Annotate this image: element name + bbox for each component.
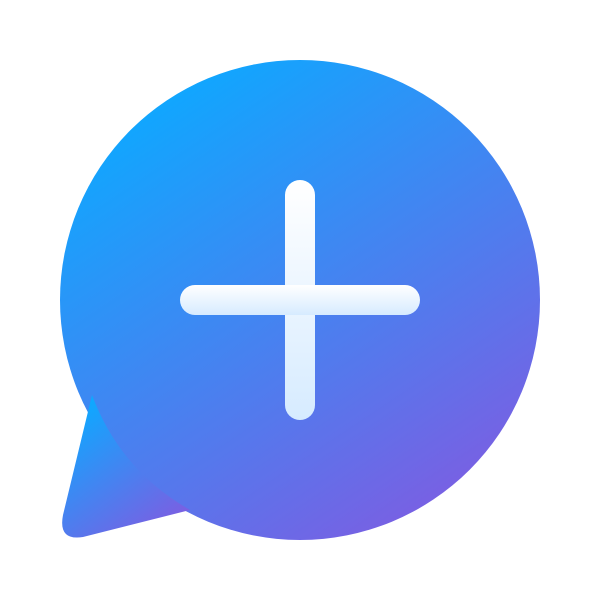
add-chat-bubble-icon[interactable]	[0, 0, 600, 600]
plus-horizontal-bar	[180, 285, 420, 315]
icon-canvas	[0, 0, 600, 600]
